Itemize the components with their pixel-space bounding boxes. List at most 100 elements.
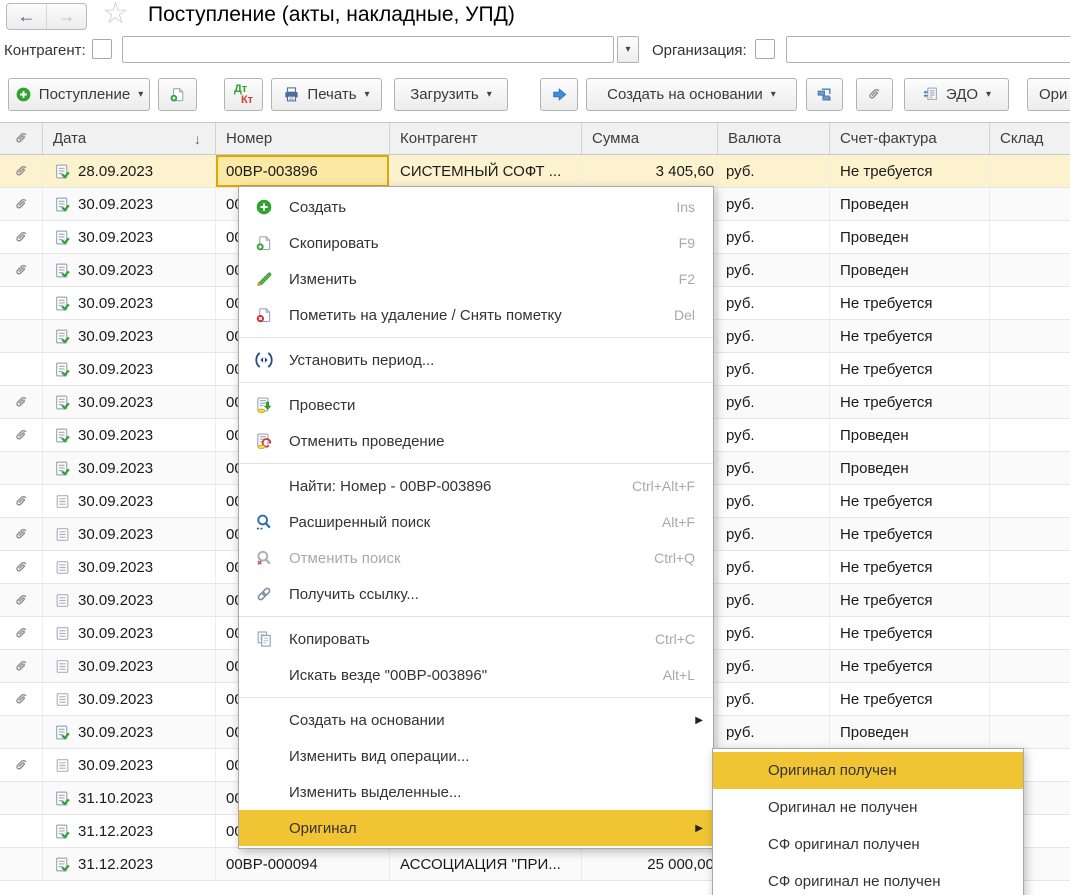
- menu-item-advanced-search[interactable]: Расширенный поискAlt+F: [239, 504, 713, 540]
- attachments-button[interactable]: [856, 78, 893, 111]
- cell-attachments[interactable]: [0, 650, 43, 682]
- show-postings-button[interactable]: ДтКт: [224, 78, 263, 111]
- cell-date[interactable]: 30.09.2023: [43, 221, 216, 253]
- cell-currency[interactable]: руб.: [718, 584, 830, 616]
- cell-attachments[interactable]: [0, 518, 43, 550]
- contractor-filter-checkbox[interactable]: [92, 39, 112, 59]
- cell-invoice[interactable]: Не требуется: [830, 683, 990, 715]
- cell-warehouse[interactable]: [990, 650, 1070, 682]
- menu-item-get-link[interactable]: Получить ссылку...: [239, 576, 713, 612]
- cell-warehouse[interactable]: [990, 188, 1070, 220]
- organization-filter-input[interactable]: [786, 36, 1070, 63]
- original-button[interactable]: Ори: [1027, 78, 1070, 111]
- cell-date[interactable]: 30.09.2023: [43, 254, 216, 286]
- cell-date[interactable]: 30.09.2023: [43, 452, 216, 484]
- cell-date[interactable]: 30.09.2023: [43, 716, 216, 748]
- cell-contractor[interactable]: СИСТЕМНЫЙ СОФТ ...: [390, 155, 582, 187]
- cell-date[interactable]: 30.09.2023: [43, 749, 216, 781]
- menu-item-change-selected[interactable]: Изменить выделенные...: [239, 774, 713, 810]
- cell-attachments[interactable]: [0, 716, 43, 748]
- cell-date[interactable]: 30.09.2023: [43, 419, 216, 451]
- cell-currency[interactable]: руб.: [718, 320, 830, 352]
- cell-invoice[interactable]: Проведен: [830, 221, 990, 253]
- col-header-sum[interactable]: Сумма: [582, 123, 718, 154]
- cell-invoice[interactable]: Не требуется: [830, 617, 990, 649]
- create-receipt-button[interactable]: Поступление ▾: [8, 78, 150, 111]
- menu-item-set-period[interactable]: Установить период...: [239, 342, 713, 378]
- favorite-star-icon[interactable]: ☆: [102, 0, 129, 31]
- cell-invoice[interactable]: Проведен: [830, 188, 990, 220]
- cell-currency[interactable]: руб.: [718, 386, 830, 418]
- load-button[interactable]: Загрузить ▾: [394, 78, 508, 111]
- cell-date[interactable]: 28.09.2023: [43, 155, 216, 187]
- menu-item-copy-new[interactable]: СкопироватьF9: [239, 225, 713, 261]
- cell-attachments[interactable]: [0, 155, 43, 187]
- cell-invoice[interactable]: Не требуется: [830, 386, 990, 418]
- back-button[interactable]: ←: [6, 3, 47, 30]
- cell-currency[interactable]: руб.: [718, 353, 830, 385]
- cell-number[interactable]: 00ВР-000094: [216, 848, 390, 880]
- cell-invoice[interactable]: Не требуется: [830, 155, 990, 187]
- cell-currency[interactable]: руб.: [718, 155, 830, 187]
- submenu-item-sf-original-not-received[interactable]: СФ оригинал не получен: [713, 863, 1023, 895]
- menu-item-create[interactable]: СоздатьIns: [239, 189, 713, 225]
- subordination-structure-button[interactable]: [806, 78, 843, 111]
- cell-date[interactable]: 30.09.2023: [43, 320, 216, 352]
- cell-attachments[interactable]: [0, 221, 43, 253]
- cell-attachments[interactable]: [0, 188, 43, 220]
- cell-attachments[interactable]: [0, 452, 43, 484]
- cell-attachments[interactable]: [0, 551, 43, 583]
- menu-item-edit[interactable]: ИзменитьF2: [239, 261, 713, 297]
- cell-invoice[interactable]: Не требуется: [830, 518, 990, 550]
- cell-currency[interactable]: руб.: [718, 188, 830, 220]
- col-header-number[interactable]: Номер: [216, 123, 390, 154]
- cell-date[interactable]: 30.09.2023: [43, 551, 216, 583]
- cell-warehouse[interactable]: [990, 683, 1070, 715]
- copy-document-button[interactable]: [158, 78, 197, 111]
- cell-warehouse[interactable]: [990, 716, 1070, 748]
- cell-currency[interactable]: руб.: [718, 221, 830, 253]
- cell-warehouse[interactable]: [990, 353, 1070, 385]
- cell-date[interactable]: 31.10.2023: [43, 782, 216, 814]
- cell-invoice[interactable]: Не требуется: [830, 353, 990, 385]
- cell-date[interactable]: 31.12.2023: [43, 848, 216, 880]
- cell-warehouse[interactable]: [990, 254, 1070, 286]
- forward-button[interactable]: →: [46, 3, 87, 30]
- menu-item-copy[interactable]: КопироватьCtrl+C: [239, 621, 713, 657]
- cell-currency[interactable]: руб.: [718, 287, 830, 319]
- cell-currency[interactable]: руб.: [718, 419, 830, 451]
- cell-date[interactable]: 30.09.2023: [43, 188, 216, 220]
- cell-date[interactable]: 30.09.2023: [43, 518, 216, 550]
- cell-currency[interactable]: руб.: [718, 617, 830, 649]
- cell-date[interactable]: 30.09.2023: [43, 617, 216, 649]
- cell-number[interactable]: 00ВР-003896: [216, 155, 390, 187]
- menu-item-mark-delete[interactable]: Пометить на удаление / Снять пометкуDel: [239, 297, 713, 333]
- cell-date[interactable]: 30.09.2023: [43, 386, 216, 418]
- cell-date[interactable]: 30.09.2023: [43, 353, 216, 385]
- cell-invoice[interactable]: Не требуется: [830, 287, 990, 319]
- cell-attachments[interactable]: [0, 848, 43, 880]
- cell-warehouse[interactable]: [990, 287, 1070, 319]
- cell-date[interactable]: 30.09.2023: [43, 683, 216, 715]
- cell-warehouse[interactable]: [990, 155, 1070, 187]
- edo-button[interactable]: ЭДО ▾: [904, 78, 1009, 111]
- cell-currency[interactable]: руб.: [718, 254, 830, 286]
- cell-attachments[interactable]: [0, 320, 43, 352]
- menu-item-find-number[interactable]: Найти: Номер - 00ВР-003896Ctrl+Alt+F: [239, 468, 713, 504]
- cell-attachments[interactable]: [0, 584, 43, 616]
- cell-warehouse[interactable]: [990, 551, 1070, 583]
- cell-currency[interactable]: руб.: [718, 551, 830, 583]
- cell-sum[interactable]: 25 000,00: [582, 848, 718, 880]
- cell-contractor[interactable]: АССОЦИАЦИЯ "ПРИ...: [390, 848, 582, 880]
- cell-sum[interactable]: 3 405,60: [582, 155, 718, 187]
- cell-warehouse[interactable]: [990, 518, 1070, 550]
- col-header-warehouse[interactable]: Склад: [990, 123, 1070, 154]
- cell-warehouse[interactable]: [990, 419, 1070, 451]
- cell-warehouse[interactable]: [990, 386, 1070, 418]
- cell-invoice[interactable]: Проведен: [830, 716, 990, 748]
- menu-item-cancel-search[interactable]: Отменить поискCtrl+Q: [239, 540, 713, 576]
- cell-warehouse[interactable]: [990, 617, 1070, 649]
- cell-invoice[interactable]: Не требуется: [830, 551, 990, 583]
- cell-attachments[interactable]: [0, 254, 43, 286]
- cell-date[interactable]: 30.09.2023: [43, 650, 216, 682]
